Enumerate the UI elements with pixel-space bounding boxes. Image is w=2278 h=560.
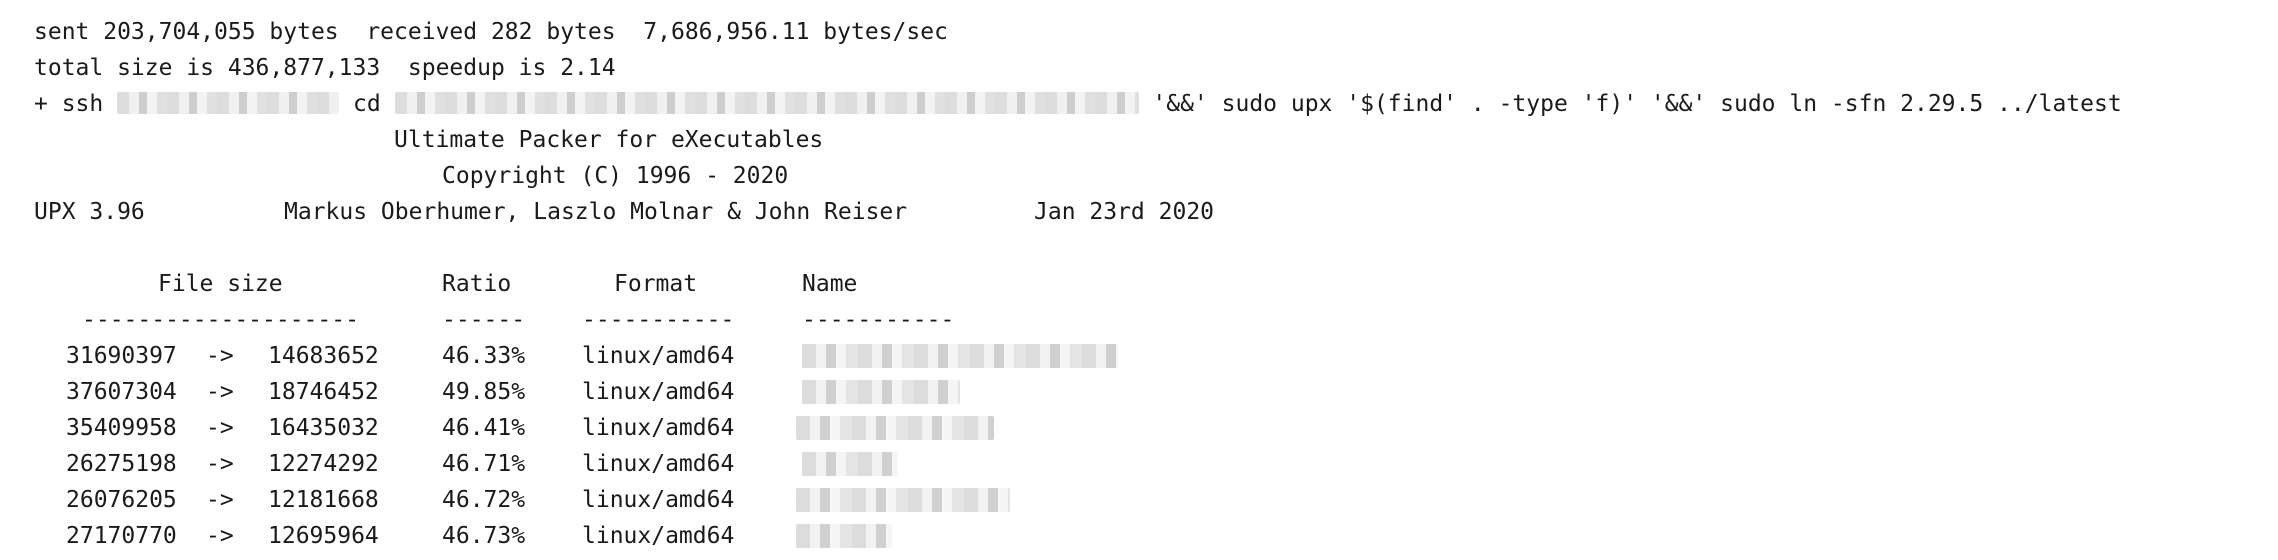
- separator-ratio: ------: [442, 307, 526, 333]
- row-4-format: linux/amd64: [582, 487, 735, 513]
- row-5-from: 27170770: [66, 523, 177, 549]
- rsync-sent-line: sent 203,704,055 bytes received 282 byte…: [34, 19, 948, 45]
- ssh-cd: cd: [352, 91, 381, 117]
- row-1-from: 37607304: [66, 379, 177, 405]
- row-1-to: 18746452: [268, 379, 379, 405]
- row-4-ratio: 46.72%: [442, 487, 526, 513]
- row-2-to: 16435032: [268, 415, 379, 441]
- ssh-command-suffix: '&&' sudo upx '$(find' . -type 'f)' '&&'…: [1152, 91, 2122, 117]
- row-3-ratio: 46.71%: [442, 451, 526, 477]
- row-0-arrow: ->: [206, 343, 234, 369]
- row-2-format: linux/amd64: [582, 415, 735, 441]
- row-1-format: linux/amd64: [582, 379, 735, 405]
- row-5-ratio: 46.73%: [442, 523, 526, 549]
- row-2-ratio: 46.41%: [442, 415, 526, 441]
- header-format: Format: [614, 271, 698, 297]
- upx-date: Jan 23rd 2020: [1034, 199, 1215, 225]
- row-2-arrow: ->: [206, 415, 234, 441]
- row-3-from: 26275198: [66, 451, 177, 477]
- upx-version: UPX 3.96: [34, 199, 145, 225]
- row-0-format: linux/amd64: [582, 343, 735, 369]
- row-5-format: linux/amd64: [582, 523, 735, 549]
- header-name: Name: [802, 271, 858, 297]
- row-4-to: 12181668: [268, 487, 379, 513]
- row-4-name-redacted: [796, 488, 1010, 512]
- row-0-from: 31690397: [66, 343, 177, 369]
- terminal-output[interactable]: sent 203,704,055 bytes received 282 byte…: [0, 0, 2278, 560]
- upx-title: Ultimate Packer for eXecutables: [394, 127, 824, 153]
- rsync-total-line: total size is 436,877,133 speedup is 2.1…: [34, 55, 616, 81]
- row-5-name-redacted: [796, 524, 892, 548]
- row-0-to: 14683652: [268, 343, 379, 369]
- redacted-path: [394, 91, 1139, 114]
- row-3-to: 12274292: [268, 451, 379, 477]
- separator-format: -----------: [582, 307, 735, 333]
- row-3-name-redacted: [802, 452, 898, 476]
- header-file-size: File size: [158, 271, 283, 297]
- upx-authors: Markus Oberhumer, Laszlo Molnar & John R…: [284, 199, 908, 225]
- row-5-arrow: ->: [206, 523, 234, 549]
- row-2-name-redacted: [796, 416, 994, 440]
- row-4-arrow: ->: [206, 487, 234, 513]
- ssh-command-line: + ssh cd '&&' sudo upx '$(find' . -type …: [34, 86, 2122, 122]
- row-4-from: 26076205: [66, 487, 177, 513]
- ssh-prefix: + ssh: [34, 91, 104, 117]
- row-3-format: linux/amd64: [582, 451, 735, 477]
- separator-name: -----------: [802, 307, 955, 333]
- header-ratio: Ratio: [442, 271, 512, 297]
- row-0-ratio: 46.33%: [442, 343, 526, 369]
- row-3-arrow: ->: [206, 451, 234, 477]
- redacted-host: [117, 91, 340, 114]
- row-0-name-redacted: [802, 344, 1118, 368]
- row-5-to: 12695964: [268, 523, 379, 549]
- row-2-from: 35409958: [66, 415, 177, 441]
- upx-copyright: Copyright (C) 1996 - 2020: [442, 163, 789, 189]
- row-1-name-redacted: [802, 380, 960, 404]
- separator-file-size: --------------------: [82, 307, 359, 333]
- row-1-ratio: 49.85%: [442, 379, 526, 405]
- row-1-arrow: ->: [206, 379, 234, 405]
